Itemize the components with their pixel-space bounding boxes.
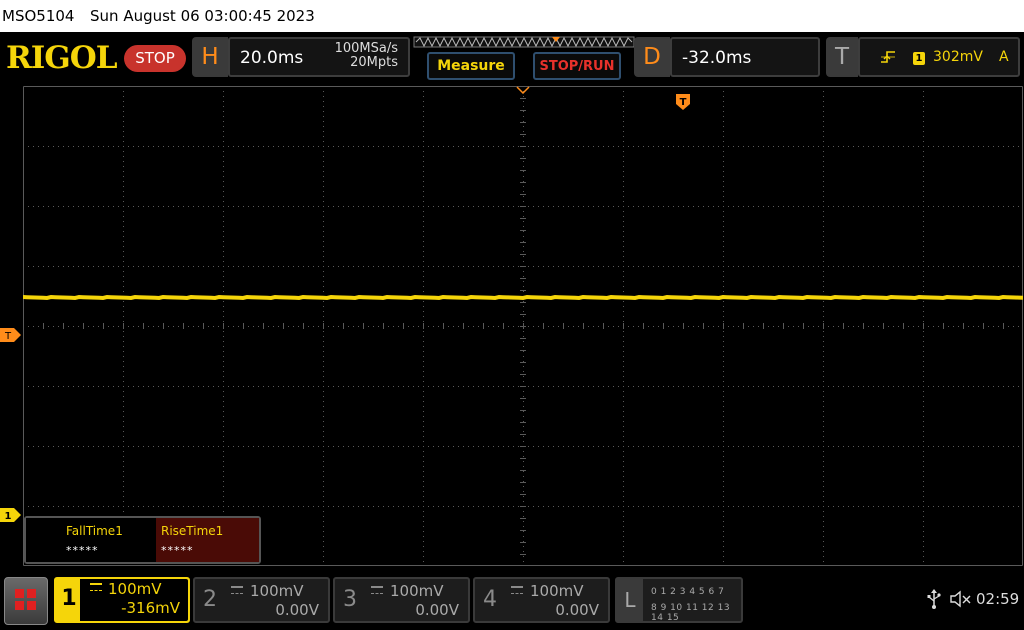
usb-icon: [927, 589, 941, 609]
dc-coupling-icon: [511, 586, 523, 594]
trigger-level: 302mV: [933, 49, 983, 65]
measurement-falltime[interactable]: FallTime1 *****: [26, 518, 156, 562]
channel-1-settings: 100mV -316mV: [80, 579, 188, 621]
channel-offset: 0.00V: [415, 601, 459, 619]
channel-scale: 100mV: [108, 580, 162, 598]
channel-number: 4: [483, 587, 497, 612]
channel-scale: 100mV: [250, 582, 304, 600]
delay-menu-button[interactable]: D: [634, 37, 670, 77]
channel-offset: 0.00V: [275, 601, 319, 619]
digital-channels-high: 8 9 10 11 12 13 14 15: [651, 603, 731, 623]
dc-coupling-icon: [371, 586, 383, 594]
trigger-menu-button[interactable]: T: [826, 37, 858, 77]
sample-rate: 100MSa/s: [334, 41, 398, 56]
graticule: [23, 86, 1023, 566]
channel-number: 3: [343, 587, 357, 612]
channel-2-button[interactable]: 2 100mV 0.00V: [193, 577, 330, 623]
logic-label: L: [617, 579, 643, 621]
stop-run-button[interactable]: STOP/RUN: [533, 52, 621, 80]
dc-coupling-icon: [231, 586, 243, 594]
acquisition-info: 100MSa/s 20Mpts: [310, 42, 398, 70]
brand-logo: RIGOL: [6, 40, 118, 76]
dc-coupling-icon: [90, 583, 102, 591]
measurement-label: RiseTime1: [161, 524, 224, 538]
delay-marker-icon[interactable]: T: [676, 94, 690, 110]
horizontal-menu-button[interactable]: H: [192, 37, 228, 77]
measurement-value: *****: [66, 544, 99, 557]
svg-text:T: T: [680, 97, 687, 108]
memory-depth: 20Mpts: [350, 55, 398, 70]
channel-scale: 100mV: [390, 582, 444, 600]
channel-number: 2: [203, 587, 217, 612]
channel-number: 1: [61, 586, 77, 611]
svg-text:1: 1: [5, 511, 12, 522]
trigger-mode: A: [999, 49, 1009, 65]
model-name: MSO5104: [2, 7, 75, 25]
channel-offset: -316mV: [121, 599, 180, 617]
trigger-source-badge: 1: [913, 52, 925, 65]
logic-analyzer-button[interactable]: L 0 1 2 3 4 5 6 7 8 9 10 11 12 13 14 15: [615, 577, 743, 623]
measurement-risetime[interactable]: RiseTime1 *****: [156, 518, 259, 562]
svg-text:T: T: [4, 331, 12, 342]
timebase-value: 20.0ms: [240, 48, 304, 68]
channel-3-button[interactable]: 3 100mV 0.00V: [333, 577, 470, 623]
status-line: MSO5104 Sun August 06 03:00:45 2023: [0, 0, 1024, 32]
delay-value: -32.0ms: [682, 48, 752, 68]
ch1-waveform: [23, 295, 1023, 300]
measure-button[interactable]: Measure: [427, 52, 515, 80]
speaker-muted-icon[interactable]: [950, 590, 972, 608]
ch1-offset-marker[interactable]: 1: [0, 508, 22, 522]
memory-position-meter[interactable]: [413, 36, 635, 50]
app-grid-icon: [15, 589, 36, 610]
rising-edge-icon: [881, 51, 895, 63]
measurement-label: FallTime1: [66, 524, 123, 538]
channel-offset: 0.00V: [555, 601, 599, 619]
trigger-level-marker[interactable]: T: [0, 328, 22, 342]
system-clock: 02:59: [976, 590, 1020, 608]
waveform-display[interactable]: [23, 86, 1023, 566]
channel-scale: 100mV: [530, 582, 584, 600]
measurement-value: *****: [161, 544, 194, 557]
datetime: Sun August 06 03:00:45 2023: [90, 7, 315, 25]
trigger-position-marker[interactable]: [516, 86, 530, 94]
digital-channels-low: 0 1 2 3 4 5 6 7: [651, 587, 725, 597]
channel-4-button[interactable]: 4 100mV 0.00V: [473, 577, 610, 623]
run-status-badge[interactable]: STOP: [124, 45, 186, 72]
